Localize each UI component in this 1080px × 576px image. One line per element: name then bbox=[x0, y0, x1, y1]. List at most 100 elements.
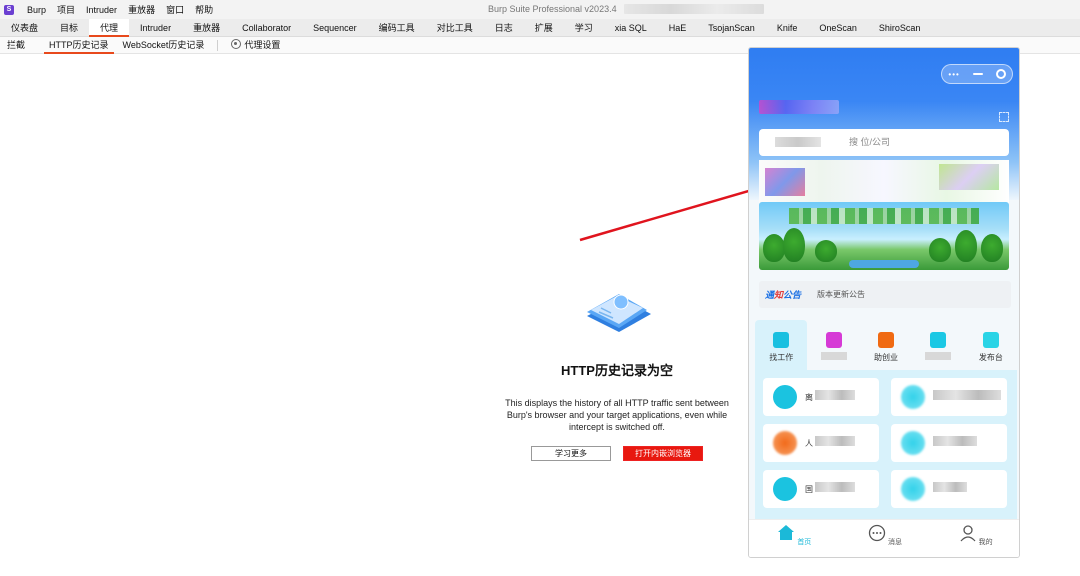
tab-repeater[interactable]: 重放器 bbox=[182, 19, 231, 37]
search-placeholder: 搜 位/公司 bbox=[849, 137, 891, 147]
tab-logger[interactable]: 日志 bbox=[484, 19, 524, 37]
category-publish[interactable]: 发布台 bbox=[965, 320, 1017, 370]
notice-tag: 通知公告 bbox=[765, 290, 802, 300]
nav-profile[interactable]: 我的 bbox=[930, 520, 1019, 557]
redacted-label bbox=[933, 482, 967, 492]
service-icon bbox=[901, 431, 925, 455]
menu-help[interactable]: 帮助 bbox=[195, 3, 213, 16]
menu-bar: S Burp 项目 Intruder 重放器 窗口 帮助 Burp Suite … bbox=[0, 0, 1080, 19]
tab-intruder[interactable]: Intruder bbox=[129, 19, 182, 37]
menu-burp[interactable]: Burp bbox=[27, 5, 46, 15]
window-title: Burp Suite Professional v2023.4 bbox=[488, 4, 617, 14]
tab-learn[interactable]: 学习 bbox=[564, 19, 604, 37]
menu-project[interactable]: 项目 bbox=[57, 3, 75, 16]
book-illustration-icon bbox=[581, 288, 653, 336]
empty-state: HTTP历史记录为空 This displays the history of … bbox=[492, 288, 742, 461]
mobile-app-panel: ••• 搜 位/公司 通知公告 版本更新公告 找工作 助创业 发布台 离 人 国… bbox=[748, 47, 1020, 558]
tab-shiroscan[interactable]: ShiroScan bbox=[868, 19, 932, 37]
subtab-http-history[interactable]: HTTP历史记录 bbox=[42, 37, 116, 54]
redacted-location bbox=[775, 137, 821, 147]
service-grid: 离 人 国 bbox=[755, 370, 1017, 520]
miniprogram-capsule[interactable]: ••• bbox=[941, 64, 1013, 84]
close-target-icon[interactable] bbox=[995, 69, 1006, 79]
tab-comparer[interactable]: 对比工具 bbox=[426, 19, 484, 37]
service-card[interactable]: 国 bbox=[763, 470, 879, 508]
tab-tsojanscan[interactable]: TsojanScan bbox=[697, 19, 766, 37]
tab-proxy[interactable]: 代理 bbox=[89, 18, 130, 37]
service-card[interactable]: 人 bbox=[763, 424, 879, 462]
tab-dashboard[interactable]: 仪表盘 bbox=[0, 19, 49, 37]
service-icon bbox=[773, 385, 797, 409]
service-icon bbox=[901, 477, 925, 501]
category-redacted[interactable] bbox=[807, 320, 859, 370]
subtab-websocket-history[interactable]: WebSocket历史记录 bbox=[116, 37, 212, 54]
divider bbox=[217, 39, 219, 51]
redacted-label bbox=[820, 352, 847, 360]
water-shape bbox=[849, 260, 919, 268]
open-browser-button[interactable]: 打开内嵌浏览器 bbox=[623, 446, 703, 461]
redacted-label bbox=[815, 390, 855, 400]
tab-sequencer[interactable]: Sequencer bbox=[302, 19, 368, 37]
redacted-label bbox=[815, 482, 855, 492]
service-card[interactable] bbox=[891, 378, 1007, 416]
menu-repeater[interactable]: 重放器 bbox=[128, 3, 155, 16]
tab-target[interactable]: 目标 bbox=[49, 19, 89, 37]
notice-text: 版本更新公告 bbox=[817, 290, 866, 299]
burp-logo-icon: S bbox=[4, 4, 14, 15]
redacted-label bbox=[933, 390, 1001, 400]
job-search-input[interactable]: 搜 位/公司 bbox=[759, 129, 1009, 156]
landscape-banner[interactable] bbox=[759, 202, 1009, 270]
category-icon bbox=[825, 332, 842, 348]
startup-icon bbox=[878, 332, 895, 348]
tab-xia-sql[interactable]: xia SQL bbox=[604, 19, 658, 37]
tree-shape bbox=[763, 234, 785, 262]
redacted-label bbox=[933, 436, 977, 446]
scan-icon[interactable] bbox=[999, 112, 1009, 122]
redacted-banner-text bbox=[789, 208, 979, 224]
learn-more-button[interactable]: 学习更多 bbox=[531, 446, 611, 461]
tab-onescan[interactable]: OneScan bbox=[808, 19, 868, 37]
service-icon bbox=[773, 431, 797, 455]
category-icon bbox=[930, 332, 947, 348]
proxy-settings-label: 代理设置 bbox=[244, 39, 281, 50]
category-startup[interactable]: 助创业 bbox=[860, 320, 912, 370]
menu-window[interactable]: 窗口 bbox=[166, 3, 184, 16]
app-logo-redacted bbox=[759, 100, 839, 114]
tree-shape bbox=[955, 230, 977, 262]
redacted-label bbox=[925, 352, 952, 360]
minimize-icon[interactable] bbox=[972, 73, 983, 75]
nav-home[interactable]: 首页 bbox=[749, 520, 840, 557]
tree-shape bbox=[815, 240, 837, 262]
bottom-nav: 首页 消息 我的 bbox=[749, 519, 1019, 557]
tree-shape bbox=[929, 238, 951, 262]
tab-knife[interactable]: Knife bbox=[766, 19, 809, 37]
main-tab-bar: 仪表盘 目标 代理 Intruder 重放器 Collaborator Sequ… bbox=[0, 18, 1080, 37]
service-icon bbox=[901, 385, 925, 409]
tree-shape bbox=[981, 234, 1003, 262]
user-icon bbox=[960, 525, 976, 542]
tab-hae[interactable]: HaE bbox=[658, 19, 698, 37]
tab-collaborator[interactable]: Collaborator bbox=[231, 19, 302, 37]
publish-icon bbox=[982, 332, 999, 348]
redacted-title-area bbox=[624, 4, 764, 14]
redacted-label bbox=[815, 436, 855, 446]
category-find-job[interactable]: 找工作 bbox=[755, 320, 808, 370]
subtab-intercept[interactable]: 拦截 bbox=[0, 37, 32, 54]
menu-intruder[interactable]: Intruder bbox=[86, 5, 117, 15]
category-redacted-2[interactable] bbox=[912, 320, 964, 370]
message-icon bbox=[868, 524, 886, 542]
home-icon bbox=[778, 525, 795, 540]
service-card[interactable] bbox=[891, 424, 1007, 462]
service-card[interactable]: 离 bbox=[763, 378, 879, 416]
service-card[interactable] bbox=[891, 470, 1007, 508]
more-icon[interactable]: ••• bbox=[948, 70, 959, 79]
empty-state-description: This displays the history of all HTTP tr… bbox=[505, 398, 729, 432]
empty-state-title: HTTP历史记录为空 bbox=[561, 363, 673, 378]
tab-extensions[interactable]: 扩展 bbox=[524, 19, 564, 37]
proxy-settings-button[interactable]: 代理设置 bbox=[224, 37, 287, 54]
nav-messages[interactable]: 消息 bbox=[840, 520, 931, 557]
tab-decoder[interactable]: 编码工具 bbox=[368, 19, 426, 37]
category-row: 找工作 助创业 发布台 bbox=[755, 320, 1017, 370]
redacted-banner-strip bbox=[759, 160, 1009, 204]
notice-bar[interactable]: 通知公告 版本更新公告 bbox=[759, 281, 1011, 308]
